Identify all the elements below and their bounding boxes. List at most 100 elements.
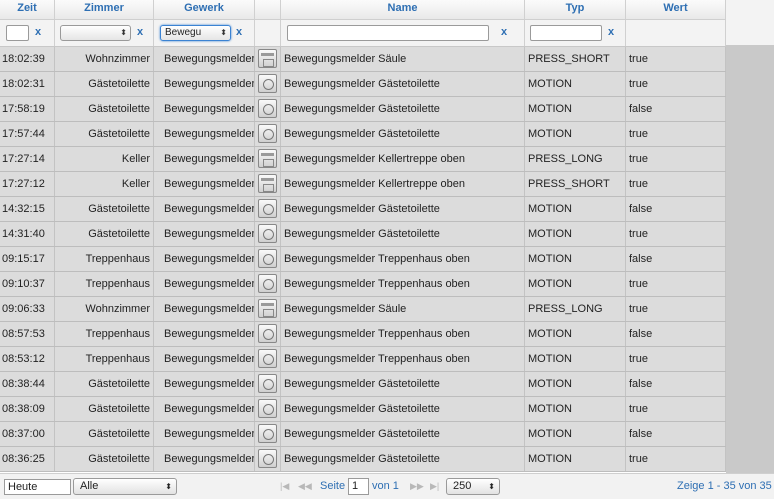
gewerk-cell: Bewegungsmelder [154, 222, 255, 246]
vertical-scrollbar[interactable] [726, 45, 774, 473]
wert-cell: false [626, 422, 726, 446]
wert-cell: false [626, 197, 726, 221]
switch-icon [258, 174, 277, 193]
motion-sensor-icon [258, 74, 277, 93]
first-page-icon[interactable]: |◀ [280, 479, 289, 493]
wert-cell: true [626, 347, 726, 371]
name-cell: Bewegungsmelder Kellertreppe oben [281, 147, 525, 171]
table-row[interactable]: 08:38:44 Gästetoilette Bewegungsmelder Bewe… [0, 372, 726, 397]
name-cell: Bewegungsmelder Gästetoilette [281, 97, 525, 121]
column-header-gewerk[interactable]: Gewerk [154, 0, 255, 19]
zimmer-cell: Wohnzimmer [55, 297, 154, 321]
zeit-cell: 18:02:39 [0, 47, 55, 71]
zimmer-cell: Gästetoilette [55, 372, 154, 396]
scope-select-value: Alle [80, 480, 99, 492]
page-size-select[interactable]: 250 ⬍ [446, 478, 500, 495]
name-cell: Bewegungsmelder Gästetoilette [281, 197, 525, 221]
date-filter-input[interactable]: Heute [4, 479, 71, 495]
zimmer-filter-select[interactable]: ⬍ [60, 25, 131, 41]
zimmer-cell: Gästetoilette [55, 72, 154, 96]
gewerk-filter-select[interactable]: Bewegu ⬍ [160, 25, 231, 41]
name-cell: Bewegungsmelder Gästetoilette [281, 72, 525, 96]
motion-sensor-icon [258, 374, 277, 393]
wert-cell: true [626, 147, 726, 171]
typ-clear-filter[interactable]: x [608, 26, 614, 38]
zimmer-cell: Keller [55, 147, 154, 171]
wert-cell: true [626, 297, 726, 321]
name-cell: Bewegungsmelder Treppenhaus oben [281, 347, 525, 371]
table-row[interactable]: 08:53:12 Treppenhaus Bewegungsmelder Bewegu… [0, 347, 726, 372]
table-row[interactable]: 14:32:15 Gästetoilette Bewegungsmelder Bewe… [0, 197, 726, 222]
motion-sensor-icon [258, 324, 277, 343]
typ-filter-input[interactable] [530, 25, 602, 41]
zimmer-cell: Gästetoilette [55, 422, 154, 446]
name-cell: Bewegungsmelder Kellertreppe oben [281, 172, 525, 196]
column-header-typ[interactable]: Typ [525, 0, 626, 19]
zeit-filter-input[interactable] [6, 25, 29, 41]
updown-arrow-icon: ⬍ [220, 28, 227, 37]
gewerk-cell: Bewegungsmelder [154, 347, 255, 371]
motion-sensor-icon [258, 99, 277, 118]
typ-cell: MOTION [525, 397, 626, 421]
gewerk-clear-filter[interactable]: x [236, 26, 242, 38]
table-row[interactable]: 18:02:31 Gästetoilette Bewegungsmelder Bewe… [0, 72, 726, 97]
table-row[interactable]: 09:06:33 Wohnzimmer Bewegungsmelder Bewegun… [0, 297, 726, 322]
icon-cell [255, 272, 281, 296]
table-row[interactable]: 09:10:37 Treppenhaus Bewegungsmelder Bewegu… [0, 272, 726, 297]
motion-sensor-icon [258, 399, 277, 418]
zimmer-cell: Treppenhaus [55, 247, 154, 271]
name-cell: Bewegungsmelder Treppenhaus oben [281, 247, 525, 271]
name-filter-input[interactable] [287, 25, 489, 41]
typ-cell: MOTION [525, 247, 626, 271]
typ-cell: MOTION [525, 97, 626, 121]
icon-cell [255, 197, 281, 221]
typ-cell: PRESS_SHORT [525, 172, 626, 196]
icon-cell [255, 372, 281, 396]
table-row[interactable]: 17:58:19 Gästetoilette Bewegungsmelder Bewe… [0, 97, 726, 122]
zimmer-cell: Treppenhaus [55, 347, 154, 371]
gewerk-cell: Bewegungsmelder [154, 172, 255, 196]
icon-cell [255, 397, 281, 421]
name-cell: Bewegungsmelder Treppenhaus oben [281, 272, 525, 296]
table-row[interactable]: 08:36:25 Gästetoilette Bewegungsmelder Bewe… [0, 447, 726, 472]
page-number-input[interactable]: 1 [348, 478, 369, 495]
name-cell: Bewegungsmelder Gästetoilette [281, 372, 525, 396]
zeit-cell: 18:02:31 [0, 72, 55, 96]
gewerk-cell: Bewegungsmelder [154, 97, 255, 121]
zimmer-cell: Wohnzimmer [55, 47, 154, 71]
table-row[interactable]: 17:27:14 Keller Bewegungsmelder Bewegungsme… [0, 147, 726, 172]
table-row[interactable]: 08:38:09 Gästetoilette Bewegungsmelder Bewe… [0, 397, 726, 422]
column-header-name[interactable]: Name [281, 0, 525, 19]
gewerk-filter-value: Bewegu [165, 27, 202, 38]
gewerk-cell: Bewegungsmelder [154, 197, 255, 221]
typ-cell: MOTION [525, 197, 626, 221]
zimmer-clear-filter[interactable]: x [137, 26, 143, 38]
typ-cell: MOTION [525, 422, 626, 446]
icon-cell [255, 172, 281, 196]
scope-select[interactable]: Alle ⬍ [73, 478, 177, 495]
table-row[interactable]: 17:27:12 Keller Bewegungsmelder Bewegungsme… [0, 172, 726, 197]
wert-cell: true [626, 272, 726, 296]
last-page-icon[interactable]: ▶| [430, 479, 439, 493]
table-row[interactable]: 08:37:00 Gästetoilette Bewegungsmelder Bewe… [0, 422, 726, 447]
icon-cell [255, 322, 281, 346]
wert-cell: true [626, 222, 726, 246]
wert-cell: true [626, 47, 726, 71]
column-header-wert[interactable]: Wert [626, 0, 726, 19]
table-row[interactable]: 17:57:44 Gästetoilette Bewegungsmelder Bewe… [0, 122, 726, 147]
table-row[interactable]: 08:57:53 Treppenhaus Bewegungsmelder Bewegu… [0, 322, 726, 347]
previous-page-icon[interactable]: ◀◀ [298, 479, 312, 493]
table-row[interactable]: 14:31:40 Gästetoilette Bewegungsmelder Bewe… [0, 222, 726, 247]
zeit-cell: 17:27:12 [0, 172, 55, 196]
next-page-icon[interactable]: ▶▶ [410, 479, 424, 493]
column-header-zeit[interactable]: Zeit [0, 0, 55, 19]
updown-arrow-icon: ⬍ [165, 482, 172, 491]
zeit-clear-filter[interactable]: x [35, 26, 41, 38]
column-header-zimmer[interactable]: Zimmer [55, 0, 154, 19]
zeit-cell: 08:53:12 [0, 347, 55, 371]
zimmer-cell: Gästetoilette [55, 397, 154, 421]
name-clear-filter[interactable]: x [501, 26, 507, 38]
table-row[interactable]: 18:02:39 Wohnzimmer Bewegungsmelder Bewegun… [0, 47, 726, 72]
table-row[interactable]: 09:15:17 Treppenhaus Bewegungsmelder Bewegu… [0, 247, 726, 272]
wert-cell: false [626, 372, 726, 396]
